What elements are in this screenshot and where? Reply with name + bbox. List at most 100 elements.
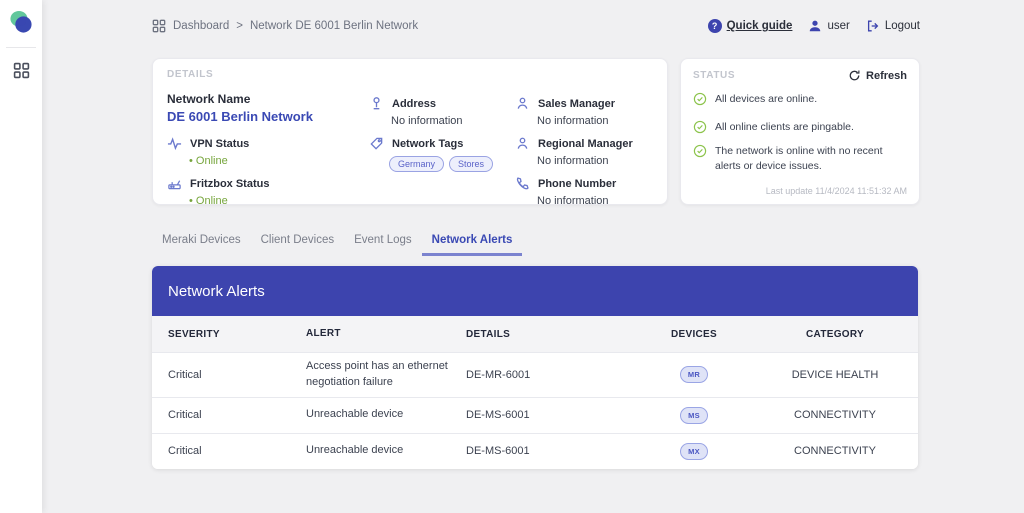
tab-network-alerts[interactable]: Network Alerts: [422, 230, 523, 256]
status-item-text: All online clients are pingable.: [715, 119, 854, 134]
status-card: STATUS Refresh All devices are online. A…: [680, 58, 920, 205]
check-circle-icon: [693, 120, 707, 134]
vpn-status-field: VPN Status • Online: [167, 136, 362, 167]
table-row: Critical Unreachable device DE-MS-6001 M…: [152, 433, 918, 469]
network-tags-field: Network Tags Germany Stores: [369, 136, 511, 172]
cell-severity: Critical: [152, 369, 306, 381]
cell-details: DE-MS-6001: [466, 409, 636, 421]
user-menu[interactable]: user: [808, 19, 849, 33]
column-header-category: CATEGORY: [752, 329, 918, 340]
sidebar-item-dashboard[interactable]: [13, 62, 30, 79]
tag-icon: [369, 136, 384, 151]
check-circle-icon: [693, 144, 707, 158]
dashboard-grid-icon: [13, 62, 30, 79]
sales-manager-label: Sales Manager: [538, 98, 615, 110]
map-pin-icon: [369, 96, 384, 111]
activity-icon: [167, 136, 182, 151]
vpn-status-value: • Online: [189, 155, 362, 167]
column-header-details: DETAILS: [466, 329, 636, 340]
column-header-devices: DEVICES: [636, 329, 752, 340]
breadcrumb-dashboard[interactable]: Dashboard: [173, 20, 229, 32]
cell-category: CONNECTIVITY: [752, 445, 918, 457]
app-logo-icon[interactable]: [8, 9, 34, 35]
panel-title: Network Alerts: [152, 266, 918, 316]
fritzbox-status-value: • Online: [189, 195, 362, 207]
network-name-label: Network Name: [167, 92, 362, 106]
quick-guide-label: Quick guide: [727, 20, 793, 32]
fritzbox-status-field: Fritzbox Status • Online: [167, 176, 362, 207]
details-card: DETAILS Network Name DE 6001 Berlin Netw…: [152, 58, 668, 205]
breadcrumb: Dashboard > Network DE 6001 Berlin Netwo…: [152, 19, 418, 33]
logout-button[interactable]: Logout: [866, 19, 920, 33]
phone-number-label: Phone Number: [538, 178, 616, 190]
cell-category: CONNECTIVITY: [752, 409, 918, 421]
status-card-title: STATUS: [693, 70, 735, 81]
phone-number-field: Phone Number No information: [515, 176, 673, 207]
top-bar: Dashboard > Network DE 6001 Berlin Netwo…: [152, 0, 920, 52]
question-icon: ?: [708, 19, 722, 33]
dashboard-grid-icon: [152, 19, 166, 33]
refresh-icon: [848, 69, 861, 82]
logout-label: Logout: [885, 20, 920, 32]
address-field: Address No information: [369, 96, 511, 127]
network-name-value: DE 6001 Berlin Network: [167, 109, 362, 124]
topbar-actions: ? Quick guide user Logout: [708, 19, 920, 33]
table-row: Critical Unreachable device DE-MS-6001 M…: [152, 397, 918, 433]
address-value: No information: [391, 115, 511, 127]
refresh-label: Refresh: [866, 70, 907, 82]
cell-details: DE-MR-6001: [466, 369, 636, 381]
sales-manager-value: No information: [537, 115, 673, 127]
tab-client-devices[interactable]: Client Devices: [251, 230, 345, 256]
phone-icon: [515, 176, 530, 191]
fritzbox-status-label: Fritzbox Status: [190, 178, 269, 190]
breadcrumb-separator: >: [236, 20, 243, 32]
tab-meraki-devices[interactable]: Meraki Devices: [152, 230, 251, 256]
sidebar-divider: [6, 47, 36, 48]
tag-pill-stores[interactable]: Stores: [449, 156, 493, 172]
breadcrumb-current: Network DE 6001 Berlin Network: [250, 20, 418, 32]
phone-number-value: No information: [537, 195, 673, 207]
user-icon: [808, 19, 822, 33]
status-item: All online clients are pingable.: [693, 119, 907, 134]
regional-manager-field: Regional Manager No information: [515, 136, 673, 167]
tab-event-logs[interactable]: Event Logs: [344, 230, 422, 256]
cell-alert: Unreachable device: [306, 443, 466, 459]
column-header-alert: ALERT: [306, 327, 466, 342]
vpn-status-label: VPN Status: [190, 138, 249, 150]
table-row: Critical Access point has an ethernet ne…: [152, 352, 918, 397]
cell-alert: Unreachable device: [306, 407, 466, 423]
tag-pill-germany[interactable]: Germany: [389, 156, 444, 172]
status-item: All devices are online.: [693, 91, 907, 106]
regional-manager-value: No information: [537, 155, 673, 167]
sidebar: [0, 0, 42, 513]
cell-category: DEVICE HEALTH: [752, 369, 918, 381]
network-tags-list: Germany Stores: [389, 156, 511, 172]
last-update-timestamp: Last update 11/4/2024 11:51:32 AM: [766, 186, 907, 196]
device-badge[interactable]: MS: [680, 407, 708, 424]
status-item-text: All devices are online.: [715, 91, 817, 106]
details-card-title: DETAILS: [167, 69, 653, 80]
person-icon: [515, 136, 530, 151]
status-item-text: The network is online with no recent ale…: [715, 143, 907, 172]
network-tabs: Meraki Devices Client Devices Event Logs…: [152, 230, 522, 256]
cell-alert: Access point has an ethernet negotiation…: [306, 359, 466, 391]
alerts-table-header: SEVERITY ALERT DETAILS DEVICES CATEGORY: [152, 316, 918, 352]
cell-details: DE-MS-6001: [466, 445, 636, 457]
quick-guide-button[interactable]: ? Quick guide: [708, 19, 793, 33]
sales-manager-field: Sales Manager No information: [515, 96, 673, 127]
cell-severity: Critical: [152, 409, 306, 421]
status-item: The network is online with no recent ale…: [693, 143, 907, 172]
device-badge[interactable]: MX: [680, 443, 708, 460]
network-alerts-panel: Network Alerts SEVERITY ALERT DETAILS DE…: [152, 266, 918, 469]
logout-icon: [866, 19, 880, 33]
regional-manager-label: Regional Manager: [538, 138, 633, 150]
person-icon: [515, 96, 530, 111]
device-badge[interactable]: MR: [680, 366, 708, 383]
refresh-button[interactable]: Refresh: [848, 69, 907, 82]
column-header-severity: SEVERITY: [152, 329, 306, 340]
network-tags-label: Network Tags: [392, 138, 463, 150]
cell-severity: Critical: [152, 445, 306, 457]
address-label: Address: [392, 98, 436, 110]
router-icon: [167, 176, 182, 191]
user-label: user: [827, 20, 849, 32]
